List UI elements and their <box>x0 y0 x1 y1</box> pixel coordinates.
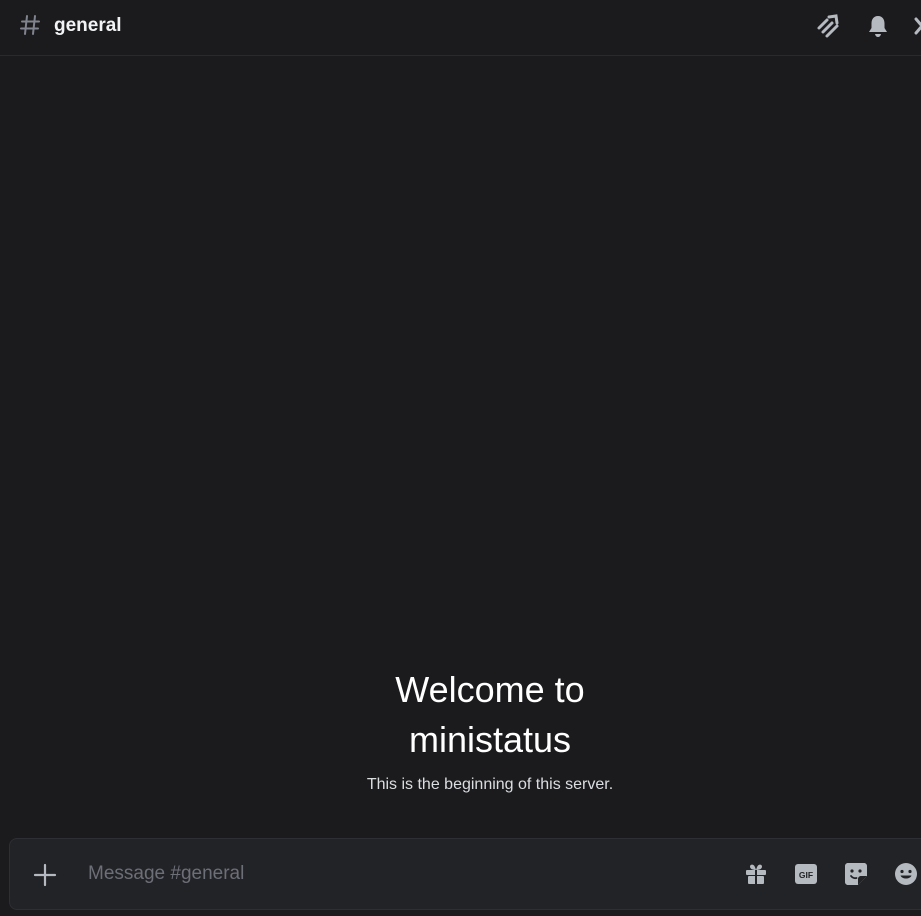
welcome-subtitle: This is the beginning of this server. <box>366 776 614 793</box>
message-composer: GIF <box>9 838 921 910</box>
sticker-icon[interactable] <box>843 861 869 887</box>
threads-icon[interactable] <box>815 13 841 39</box>
message-input[interactable] <box>88 859 648 889</box>
channel-header: general <box>0 0 921 56</box>
members-icon[interactable] <box>913 13 921 39</box>
plus-icon[interactable] <box>32 862 58 888</box>
gif-label: GIF <box>799 870 813 880</box>
gift-icon[interactable] <box>743 861 769 887</box>
gif-icon[interactable]: GIF <box>793 861 819 887</box>
welcome-title-line1: Welcome to <box>395 669 585 710</box>
app-window: general Welcome to ministatus This is th… <box>0 0 921 916</box>
welcome-title: Welcome to ministatus <box>330 665 650 765</box>
welcome-section: Welcome to ministatus This is the beginn… <box>330 665 650 795</box>
channel-name: general <box>54 15 122 36</box>
emoji-icon[interactable] <box>893 861 919 887</box>
server-name: ministatus <box>408 719 572 760</box>
hash-icon <box>20 15 40 35</box>
messages-area: Welcome to ministatus This is the beginn… <box>0 57 921 837</box>
bell-icon[interactable] <box>865 13 891 39</box>
